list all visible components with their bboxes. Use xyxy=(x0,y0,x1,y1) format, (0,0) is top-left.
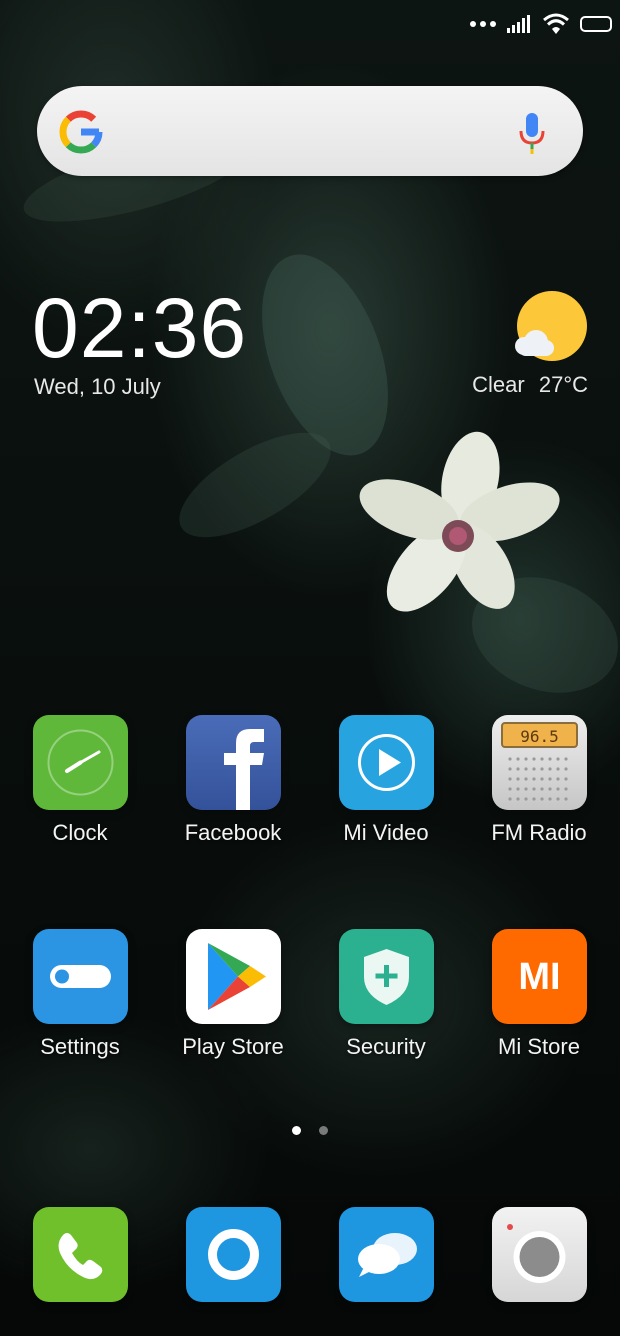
app-label: Mi Store xyxy=(498,1034,580,1059)
page-dot[interactable] xyxy=(319,1126,328,1135)
app-security[interactable]: Security xyxy=(311,929,461,1060)
app-facebook[interactable]: Facebook xyxy=(158,715,308,846)
mi-logo-icon: MI xyxy=(491,929,587,1024)
page-dot-active[interactable] xyxy=(292,1126,301,1135)
app-label: Settings xyxy=(40,1034,120,1059)
app-label: Mi Video xyxy=(343,820,429,845)
messages-icon xyxy=(338,1207,434,1302)
phone-icon xyxy=(32,1207,128,1302)
app-fm-radio[interactable]: 96.5 FM Radio xyxy=(464,715,614,846)
dock-camera[interactable] xyxy=(464,1207,614,1302)
facebook-icon xyxy=(185,715,281,810)
radio-frequency: 96.5 xyxy=(520,727,559,746)
notification-dots-icon xyxy=(470,21,496,27)
app-play-store[interactable]: Play Store xyxy=(158,929,308,1060)
app-mi-store[interactable]: MI Mi Store xyxy=(464,929,614,1060)
camera-icon xyxy=(491,1207,587,1302)
status-bar xyxy=(470,10,612,38)
play-store-icon xyxy=(185,929,281,1024)
google-search-bar[interactable] xyxy=(37,86,583,176)
background-leaf xyxy=(163,412,347,558)
dock-messages[interactable] xyxy=(311,1207,461,1302)
wallpaper-flower xyxy=(359,431,560,612)
app-mi-video[interactable]: Mi Video xyxy=(311,715,461,846)
weather-condition: Clear xyxy=(472,372,525,397)
battery-icon xyxy=(580,16,612,32)
app-label: FM Radio xyxy=(491,820,587,845)
play-icon xyxy=(338,715,434,810)
mi-logo-text: MI xyxy=(518,956,560,998)
clock-time[interactable]: 02:36 xyxy=(32,280,247,376)
clock-date[interactable]: Wed, 10 July xyxy=(34,374,161,400)
weather-summary[interactable]: Clear 27°C xyxy=(472,372,588,398)
toggle-icon xyxy=(32,929,128,1024)
google-g-icon xyxy=(59,110,103,154)
signal-icon xyxy=(507,15,530,33)
app-settings[interactable]: Settings xyxy=(5,929,155,1060)
dock-phone[interactable] xyxy=(5,1207,155,1302)
app-label: Play Store xyxy=(182,1034,284,1059)
microphone-icon[interactable] xyxy=(517,111,547,155)
app-label: Clock xyxy=(52,820,108,845)
page-indicator[interactable] xyxy=(292,1126,328,1135)
shield-plus-icon xyxy=(338,929,434,1024)
clock-icon xyxy=(32,715,128,810)
dock-browser[interactable] xyxy=(158,1207,308,1302)
app-clock[interactable]: Clock xyxy=(5,715,155,846)
app-label: Facebook xyxy=(184,820,282,845)
weather-temperature: 27°C xyxy=(538,372,588,397)
wifi-icon xyxy=(543,13,569,34)
browser-ring-icon xyxy=(185,1207,281,1302)
app-label: Security xyxy=(346,1034,426,1059)
radio-icon: 96.5 xyxy=(491,715,587,810)
sun-cloud-icon[interactable] xyxy=(510,290,592,366)
